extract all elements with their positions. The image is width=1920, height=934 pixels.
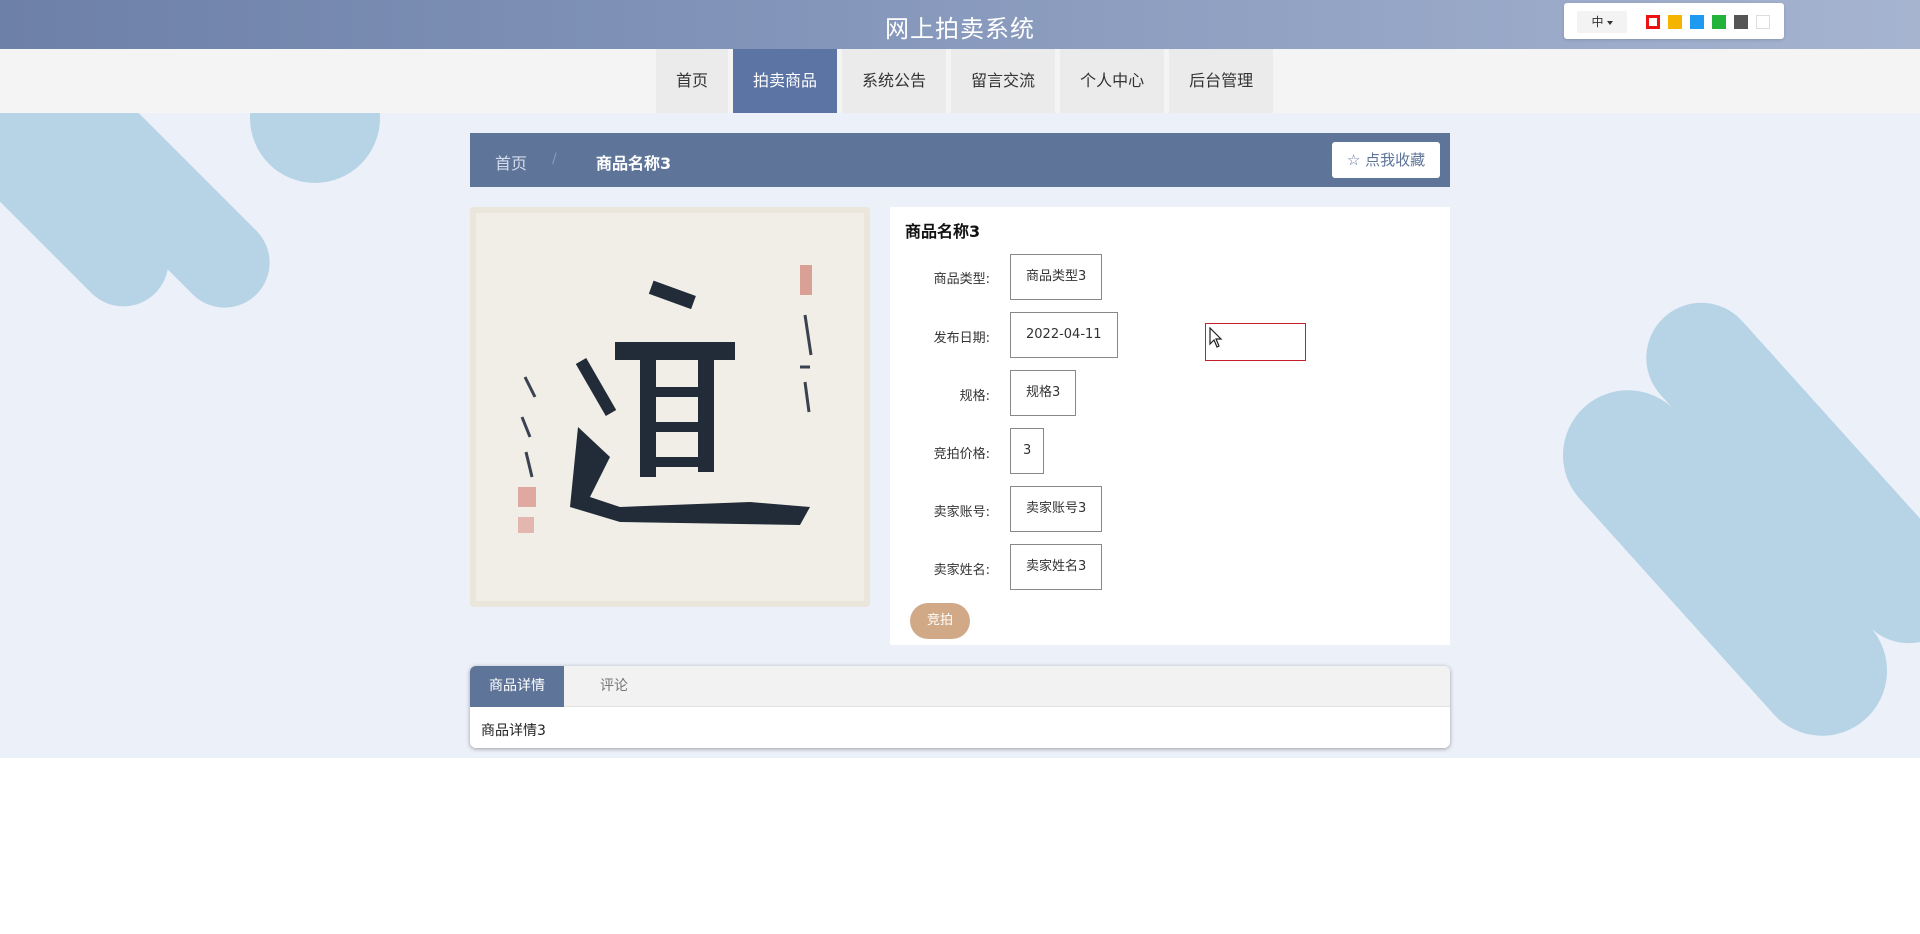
field-value-price: 3: [1010, 428, 1045, 474]
field-label-seller-account: 卖家账号:: [933, 505, 990, 520]
field-label-date: 发布日期:: [933, 331, 990, 346]
nav-item-messages[interactable]: 留言交流: [951, 49, 1056, 113]
breadcrumb: 首页 / 商品名称3 ☆ 点我收藏: [470, 133, 1450, 187]
theme-swatch-yellow[interactable]: [1668, 15, 1682, 29]
field-value-type: 商品类型3: [1010, 254, 1103, 300]
field-label-price: 竞拍价格:: [933, 447, 990, 462]
field-label-seller-name: 卖家姓名:: [933, 563, 990, 578]
chevron-down-icon: [1606, 20, 1613, 25]
product-name: 商品名称3: [905, 222, 981, 241]
detail-tabs: 商品详情 评论 商品详情3: [470, 666, 1450, 748]
breadcrumb-home-link[interactable]: 首页: [495, 150, 527, 174]
nav-item-announcements[interactable]: 系统公告: [842, 49, 947, 113]
field-value-date: 2022-04-11: [1010, 312, 1118, 358]
nav-item-auction-goods[interactable]: 拍卖商品: [733, 49, 838, 113]
theme-swatch-red[interactable]: [1646, 15, 1660, 29]
breadcrumb-current: 商品名称3: [596, 154, 672, 173]
main-nav: 首页 拍卖商品 系统公告 留言交流 个人中心 后台管理: [0, 49, 1920, 113]
tabs-header: 商品详情 评论: [470, 666, 1450, 707]
field-value-seller-account: 卖家账号3: [1010, 486, 1103, 532]
nav-item-home[interactable]: 首页: [656, 49, 729, 113]
decorative-circle: [250, 113, 380, 183]
field-label-type: 商品类型:: [933, 272, 990, 287]
top-bar: 网上拍卖系统 中: [0, 0, 1920, 49]
theme-swatch-green[interactable]: [1712, 15, 1726, 29]
theme-swatch-white[interactable]: [1756, 15, 1770, 29]
product-image[interactable]: [470, 207, 870, 607]
field-value-seller-name: 卖家姓名3: [1010, 544, 1103, 590]
theme-swatch-gray[interactable]: [1734, 15, 1748, 29]
calligraphy-image: [470, 207, 870, 607]
tab-product-details[interactable]: 商品详情: [470, 666, 564, 707]
bid-button[interactable]: 竞拍: [910, 603, 970, 639]
product-info-panel: 商品名称3 商品类型: 商品类型3 发布日期: 2022-04-11 规格: 规…: [890, 207, 1450, 645]
language-select[interactable]: 中: [1577, 11, 1627, 33]
favorite-button[interactable]: ☆ 点我收藏: [1332, 142, 1440, 178]
nav-item-personal-center[interactable]: 个人中心: [1060, 49, 1165, 113]
mouse-cursor-icon: [1209, 327, 1223, 348]
tab-comments[interactable]: 评论: [564, 666, 664, 707]
breadcrumb-separator: /: [552, 151, 557, 167]
nav-item-admin[interactable]: 后台管理: [1169, 49, 1274, 113]
field-value-spec: 规格3: [1010, 370, 1077, 416]
field-label-spec: 规格:: [959, 389, 990, 404]
tab-content-text: 商品详情3: [481, 723, 546, 739]
theme-swatch-blue[interactable]: [1690, 15, 1704, 29]
theme-switcher: 中: [1564, 3, 1784, 39]
